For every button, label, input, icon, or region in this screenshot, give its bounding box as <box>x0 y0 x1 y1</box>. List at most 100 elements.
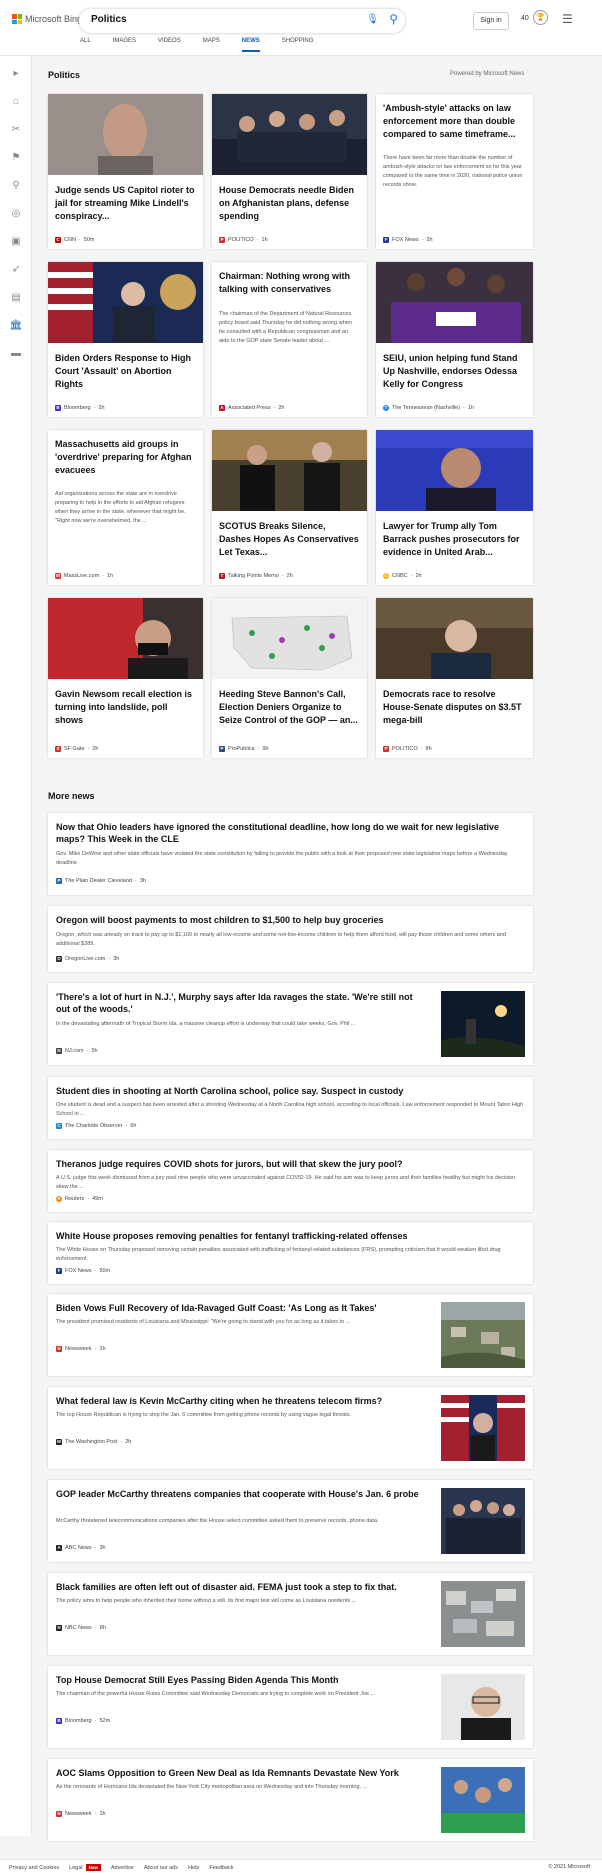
news-row[interactable]: GOP leader McCarthy threatens companies … <box>48 1480 533 1562</box>
news-row[interactable]: Biden Vows Full Recovery of Ida-Ravaged … <box>48 1294 533 1376</box>
expand-rail-icon[interactable]: ▸ <box>9 68 23 82</box>
news-title[interactable]: Now that Ohio leaders have ignored the c… <box>56 821 526 845</box>
news-card[interactable]: Massachusetts aid groups in 'overdrive' … <box>48 430 203 585</box>
bloomberg-logo-icon: B <box>55 405 61 411</box>
rewards-points[interactable]: 40 <box>521 15 529 22</box>
news-image <box>376 262 533 343</box>
news-title[interactable]: White House proposes removing penalties … <box>56 1230 526 1242</box>
more-news-title: More news <box>48 791 95 801</box>
news-title[interactable]: 'Ambush-style' attacks on law enforcemen… <box>383 102 525 141</box>
film-icon[interactable]: ▤ <box>9 292 23 306</box>
news-snippet: The policy aims to help people who inher… <box>56 1598 357 1604</box>
briefcase-icon[interactable]: ▣ <box>9 236 23 250</box>
news-row[interactable]: White House proposes removing penalties … <box>48 1222 533 1284</box>
tab-all[interactable]: ALL <box>80 38 91 52</box>
news-row[interactable]: Theranos judge requires COVID shots for … <box>48 1150 533 1212</box>
news-card[interactable]: Judge sends US Capitol rioter to jail fo… <box>48 94 203 249</box>
news-snippet: The top House Republican is trying to st… <box>56 1412 352 1418</box>
news-row[interactable]: Top House Democrat Still Eyes Passing Bi… <box>48 1666 533 1748</box>
legal-link[interactable]: Legal <box>69 1865 82 1871</box>
microsoft-logo-icon <box>12 14 22 24</box>
tab-shopping[interactable]: SHOPPING <box>282 38 314 52</box>
news-title[interactable]: Massachusetts aid groups in 'overdrive' … <box>55 438 195 477</box>
news-row[interactable]: Student dies in shooting at North Caroli… <box>48 1077 533 1139</box>
news-title[interactable]: Heeding Steve Bannon's Call, Election De… <box>219 688 359 727</box>
news-source: N NBC News · 8h <box>56 1625 106 1631</box>
help-link[interactable]: Help <box>188 1865 199 1871</box>
tab-news[interactable]: NEWS <box>241 38 260 52</box>
tab-images[interactable]: IMAGES <box>113 38 136 52</box>
news-card[interactable]: Lawyer for Trump ally Tom Barrack pushes… <box>376 430 533 585</box>
news-title[interactable]: Biden Orders Response to High Court 'Ass… <box>55 352 195 391</box>
advertise-link[interactable]: Advertise <box>111 1865 134 1871</box>
news-source: P ProPublica · 9h <box>219 746 269 752</box>
news-title[interactable]: 'There's a lot of hurt in N.J.', Murphy … <box>56 991 426 1015</box>
news-row[interactable]: AOC Slams Opposition to Green New Deal a… <box>48 1759 533 1841</box>
news-card[interactable]: Democrats race to resolve House-Senate d… <box>376 598 533 758</box>
news-card[interactable]: Biden Orders Response to High Court 'Ass… <box>48 262 203 417</box>
home-icon[interactable]: ⌂ <box>9 96 23 110</box>
location-pin-icon[interactable]: ⚲ <box>9 180 23 194</box>
news-title[interactable]: Black families are often left out of dis… <box>56 1581 426 1593</box>
hamburger-menu-icon[interactable]: ☰ <box>562 12 573 26</box>
news-row[interactable]: Oregon will boost payments to most child… <box>48 906 533 972</box>
news-title[interactable]: Gavin Newsom recall election is turning … <box>55 688 195 727</box>
capitol-icon[interactable]: 🏛 <box>9 320 23 334</box>
tab-maps[interactable]: MAPS <box>203 38 220 52</box>
news-title[interactable]: GOP leader McCarthy threatens companies … <box>56 1488 426 1500</box>
fox-news-logo-icon: F <box>56 1268 62 1274</box>
newsweek-logo-icon: N <box>56 1346 62 1352</box>
news-row[interactable]: What federal law is Kevin McCarthy citin… <box>48 1387 533 1469</box>
search-box[interactable]: Politics 🎙 ⚲ <box>79 9 405 33</box>
tab-videos[interactable]: VIDEOS <box>158 38 181 52</box>
tools-icon[interactable]: ✂ <box>9 124 23 138</box>
news-title[interactable]: House Democrats needle Biden on Afghanis… <box>219 184 359 223</box>
news-title[interactable]: What federal law is Kevin McCarthy citin… <box>56 1395 426 1407</box>
privacy-link[interactable]: Privacy and Cookies <box>9 1865 59 1871</box>
microphone-icon[interactable]: 🎙 <box>366 14 379 25</box>
news-card[interactable]: Gavin Newsom recall election is turning … <box>48 598 203 758</box>
news-title[interactable]: Oregon will boost payments to most child… <box>56 914 526 926</box>
rewards-trophy-icon[interactable]: 🏆 <box>533 10 548 25</box>
search-input[interactable]: Politics <box>91 14 127 25</box>
news-row[interactable]: Now that Ohio leaders have ignored the c… <box>48 813 533 895</box>
news-title[interactable]: Biden Vows Full Recovery of Ida-Ravaged … <box>56 1302 426 1314</box>
news-row[interactable]: 'There's a lot of hurt in N.J.', Murphy … <box>48 983 533 1065</box>
about-ads-link[interactable]: About our ads <box>144 1865 178 1871</box>
news-card[interactable]: Chairman: Nothing wrong with talking wit… <box>212 262 367 417</box>
search-icon[interactable]: ⚲ <box>389 12 398 26</box>
footer-links: Privacy and Cookies Legal New Advertise … <box>9 1864 234 1871</box>
news-card[interactable]: SEIU, union helping fund Stand Up Nashvi… <box>376 262 533 417</box>
car-icon[interactable]: ▬ <box>9 348 23 362</box>
news-card[interactable]: 'Ambush-style' attacks on law enforcemen… <box>376 94 533 249</box>
news-row[interactable]: Black families are often left out of dis… <box>48 1573 533 1655</box>
flag-icon[interactable]: ⚑ <box>9 152 23 166</box>
news-card[interactable]: SCOTUS Breaks Silence, Dashes Hopes As C… <box>212 430 367 585</box>
news-title[interactable]: Top House Democrat Still Eyes Passing Bi… <box>56 1674 426 1686</box>
news-thumbnail <box>441 1581 525 1647</box>
news-title[interactable]: Lawyer for Trump ally Tom Barrack pushes… <box>383 520 525 559</box>
oregonlive-logo-icon: O <box>56 956 62 962</box>
feedback-link[interactable]: Feedback <box>209 1865 233 1871</box>
news-title[interactable]: SEIU, union helping fund Stand Up Nashvi… <box>383 352 525 391</box>
news-title[interactable]: Chairman: Nothing wrong with talking wit… <box>219 270 359 296</box>
bing-logo[interactable]: Microsoft Bing <box>12 14 82 24</box>
news-source: B Bloomberg · 52m <box>56 1718 111 1724</box>
bloomberg-logo-icon: B <box>56 1718 62 1724</box>
news-title[interactable]: Democrats race to resolve House-Senate d… <box>383 688 525 727</box>
sign-in-button[interactable]: Sign in <box>473 12 509 30</box>
news-title[interactable]: Theranos judge requires COVID shots for … <box>56 1158 526 1170</box>
news-image <box>212 598 367 679</box>
globe-icon[interactable]: ◎ <box>9 208 23 222</box>
news-source: P POLITICO · 9h <box>383 746 432 752</box>
news-card[interactable]: Heeding Steve Bannon's Call, Election De… <box>212 598 367 758</box>
news-card[interactable]: House Democrats needle Biden on Afghanis… <box>212 94 367 249</box>
news-title[interactable]: AOC Slams Opposition to Green New Deal a… <box>56 1767 426 1779</box>
news-image <box>376 598 533 679</box>
news-thumbnail <box>441 1395 525 1461</box>
news-image <box>212 430 367 511</box>
rocket-icon[interactable]: ➶ <box>9 264 23 278</box>
news-title[interactable]: Student dies in shooting at North Caroli… <box>56 1085 526 1097</box>
news-title[interactable]: Judge sends US Capitol rioter to jail fo… <box>55 184 195 223</box>
news-title[interactable]: SCOTUS Breaks Silence, Dashes Hopes As C… <box>219 520 359 559</box>
